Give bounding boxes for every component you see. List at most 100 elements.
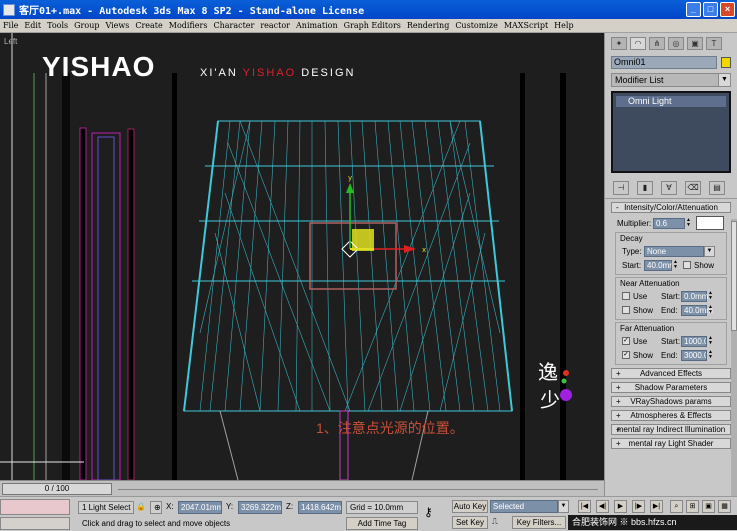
- minimize-button[interactable]: _: [686, 2, 701, 17]
- rollout-mental-ray-indirect[interactable]: + mental ray Indirect Illumination: [611, 424, 731, 435]
- viewport-scene[interactable]: y x: [0, 33, 604, 480]
- zoom-icon[interactable]: ⌕: [670, 500, 683, 513]
- create-icon[interactable]: ✦: [611, 37, 627, 50]
- go-to-start-icon[interactable]: |◀: [578, 500, 591, 513]
- key-mode-dropdown[interactable]: Selected: [490, 500, 558, 513]
- near-show-checkbox[interactable]: [622, 306, 630, 314]
- modify-icon[interactable]: ◠: [630, 37, 646, 50]
- auto-key-button[interactable]: Auto Key: [452, 500, 488, 513]
- maximize-button[interactable]: □: [703, 2, 718, 17]
- expand-icon: +: [616, 369, 621, 378]
- key-icon[interactable]: ⚷: [424, 506, 446, 520]
- decay-label: Decay: [620, 234, 643, 243]
- hierarchy-icon[interactable]: ⋔: [649, 37, 665, 50]
- near-end-field[interactable]: 40.0mm: [681, 304, 713, 316]
- close-button[interactable]: ×: [720, 2, 735, 17]
- menu-character[interactable]: Character: [213, 21, 254, 30]
- menu-customize[interactable]: Customize: [455, 21, 498, 30]
- far-use-checkbox[interactable]: ✓: [622, 337, 630, 345]
- maxscript-listener-mini[interactable]: [0, 499, 70, 515]
- light-color-swatch[interactable]: [696, 216, 724, 230]
- menu-create[interactable]: Create: [135, 21, 162, 30]
- key-filters-button[interactable]: Key Filters...: [512, 516, 566, 529]
- menu-file[interactable]: File: [3, 21, 18, 30]
- near-start-field[interactable]: 0.0mm: [681, 290, 708, 302]
- motion-icon[interactable]: ◎: [668, 37, 684, 50]
- decay-type-dropdown[interactable]: None: [644, 245, 704, 257]
- intensity-rollout-header[interactable]: - Intensity/Color/Attenuation: [611, 202, 731, 213]
- left-viewport[interactable]: y x Left YISHAO XI'AN YISHAO DESIGN 1、注意…: [0, 33, 604, 480]
- rollout-mental-ray-light-shader[interactable]: + mental ray Light Shader: [611, 438, 731, 449]
- spinner-arrows-icon[interactable]: ▲ ▼: [708, 290, 714, 302]
- chevron-down-icon[interactable]: ▼: [558, 500, 569, 513]
- menu-views[interactable]: Views: [105, 21, 129, 30]
- key-tangent-icon[interactable]: ⎍: [492, 516, 508, 529]
- spinner-arrows-icon[interactable]: ▲ ▼: [673, 259, 679, 271]
- menu-modifiers[interactable]: Modifiers: [169, 21, 208, 30]
- rollout-atmospheres-effects[interactable]: + Atmospheres & Effects: [611, 410, 731, 421]
- multiplier-field[interactable]: 0.6: [653, 217, 685, 229]
- y-label: Y:: [226, 502, 234, 511]
- next-frame-icon[interactable]: |▶: [632, 500, 645, 513]
- previous-frame-icon[interactable]: ◀|: [596, 500, 609, 513]
- pin-stack-icon[interactable]: ⊣: [613, 180, 629, 195]
- menu-help[interactable]: Help: [554, 21, 573, 30]
- maxscript-listener-output[interactable]: [0, 517, 70, 530]
- go-to-end-icon[interactable]: ▶|: [650, 500, 663, 513]
- menu-animation[interactable]: Animation: [296, 21, 338, 30]
- far-show-checkbox[interactable]: ✓: [622, 351, 630, 359]
- modifier-stack[interactable]: Omni Light: [611, 91, 731, 173]
- menu-reactor[interactable]: reactor: [260, 21, 290, 30]
- scrollbar-thumb[interactable]: [731, 221, 737, 331]
- rollout-advanced-effects[interactable]: + Advanced Effects: [611, 368, 731, 379]
- decay-show-checkbox[interactable]: [683, 261, 691, 269]
- spinner-arrows-icon[interactable]: ▲ ▼: [708, 335, 714, 347]
- chevron-down-icon[interactable]: ▼: [718, 74, 730, 86]
- add-time-tag-button[interactable]: Add Time Tag: [346, 517, 418, 530]
- stack-item-omni-light[interactable]: Omni Light: [616, 96, 726, 107]
- menu-maxscript[interactable]: MAXScript: [504, 21, 548, 30]
- show-end-result-icon[interactable]: ▮: [637, 180, 653, 195]
- decay-start-field[interactable]: 40.0mr: [644, 259, 672, 271]
- far-end-field[interactable]: 3000.0m: [681, 349, 707, 361]
- rollout-vrayshadows-params[interactable]: + VRayShadows params: [611, 396, 731, 407]
- menu-tools[interactable]: Tools: [47, 21, 68, 30]
- transform-type-in-icon[interactable]: ⊕: [150, 501, 162, 514]
- time-slider-track[interactable]: [118, 489, 598, 490]
- time-slider[interactable]: 0 / 100: [0, 480, 604, 496]
- menu-edit[interactable]: Edit: [24, 21, 41, 30]
- zoom-extents-all-icon[interactable]: ▦: [718, 500, 731, 513]
- zoom-all-icon[interactable]: ⊞: [686, 500, 699, 513]
- z-coordinate-field[interactable]: 1418.642m: [298, 501, 342, 514]
- viewport-label[interactable]: Left: [4, 37, 17, 46]
- zoom-extents-icon[interactable]: ▣: [702, 500, 715, 513]
- spinner-arrows-icon[interactable]: ▲ ▼: [708, 304, 714, 316]
- far-start-field[interactable]: 1000.0m: [681, 335, 707, 347]
- near-use-checkbox[interactable]: [622, 292, 630, 300]
- make-unique-icon[interactable]: ∀: [661, 180, 677, 195]
- rollout-shadow-parameters[interactable]: + Shadow Parameters: [611, 382, 731, 393]
- time-slider-thumb[interactable]: 0 / 100: [2, 483, 112, 495]
- object-name-field[interactable]: Omni01: [611, 55, 717, 69]
- object-color-swatch[interactable]: [721, 56, 731, 68]
- window-title: 客厅01+.max - Autodesk 3ds Max 8 SP2 - Sta…: [19, 6, 365, 17]
- menu-group[interactable]: Group: [74, 21, 99, 30]
- play-icon[interactable]: ▶: [614, 500, 627, 513]
- spinner-arrows-icon[interactable]: ▲ ▼: [686, 217, 692, 229]
- command-panel-scrollbar[interactable]: [731, 219, 737, 499]
- stamp-glyph-2: 少: [540, 388, 560, 412]
- menu-graph-editors[interactable]: Graph Editors: [344, 21, 401, 30]
- x-coordinate-field[interactable]: 2047.01mm: [178, 501, 222, 514]
- command-panel-tabs: ✦ ◠ ⋔ ◎ ▣ T: [605, 33, 737, 53]
- y-coordinate-field[interactable]: 3269.322m: [238, 501, 282, 514]
- modifier-list-dropdown[interactable]: Modifier List ▼: [611, 73, 731, 87]
- display-icon[interactable]: ▣: [687, 37, 703, 50]
- set-key-button[interactable]: Set Key: [452, 516, 488, 529]
- configure-sets-icon[interactable]: ▤: [709, 180, 725, 195]
- lock-selection-icon[interactable]: 🔒: [136, 501, 146, 514]
- menu-rendering[interactable]: Rendering: [407, 21, 449, 30]
- utilities-icon[interactable]: T: [706, 37, 722, 50]
- remove-modifier-icon[interactable]: ⌫: [685, 180, 701, 195]
- chevron-down-icon[interactable]: ▼: [704, 245, 715, 257]
- spinner-arrows-icon[interactable]: ▲ ▼: [708, 349, 714, 361]
